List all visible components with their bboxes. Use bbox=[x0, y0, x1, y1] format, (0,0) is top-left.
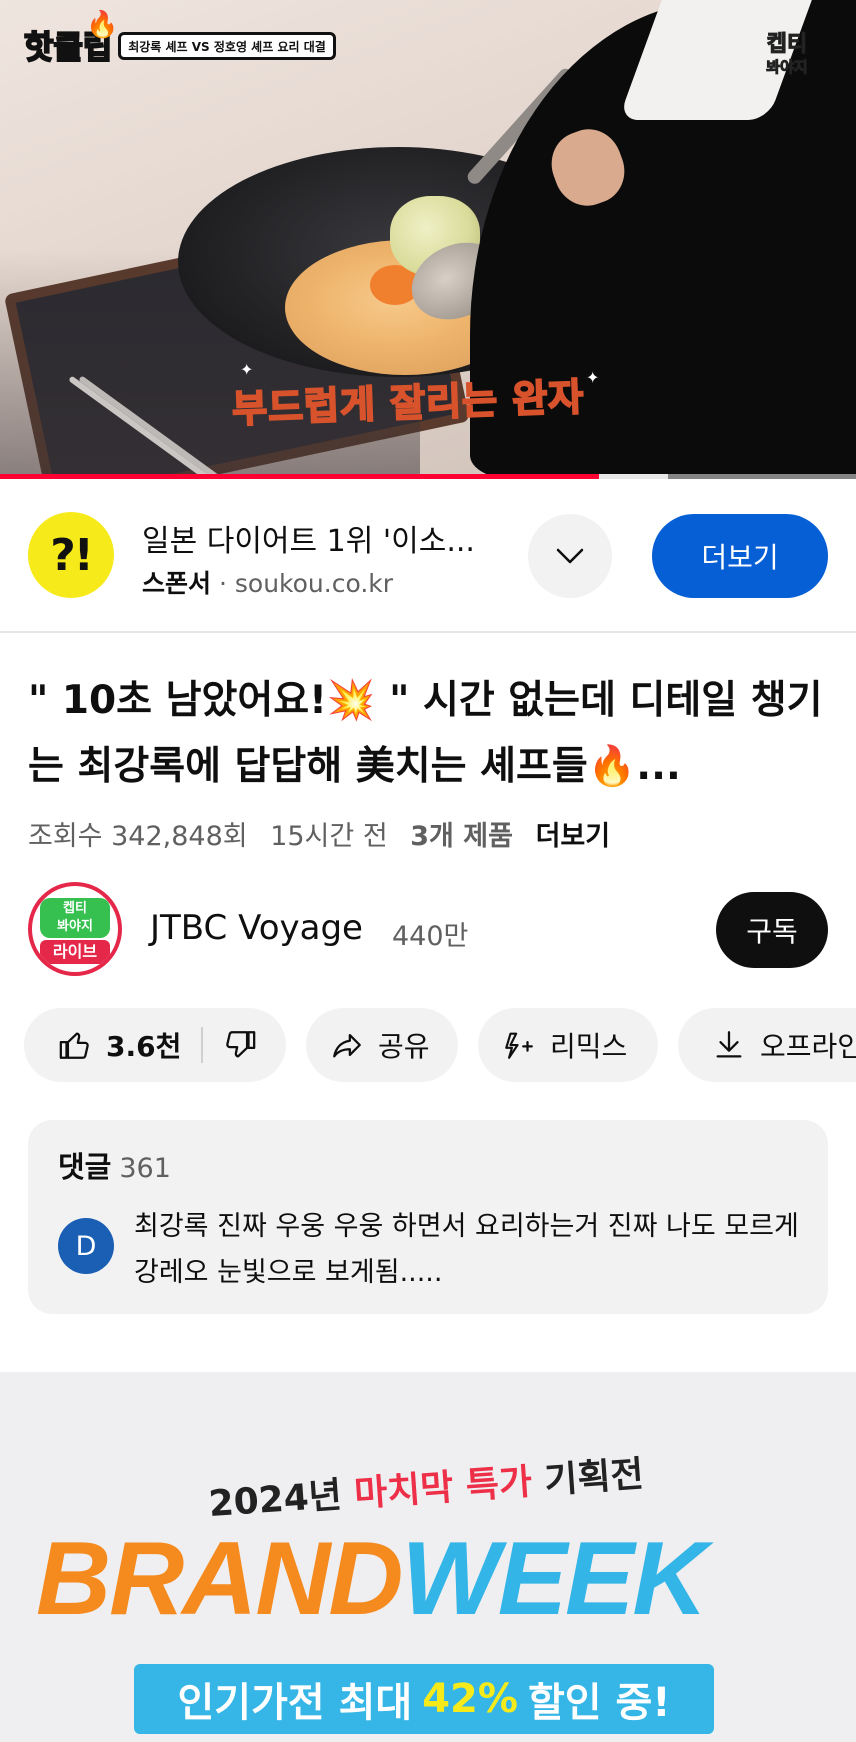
flame-icon: 🔥 bbox=[86, 10, 119, 40]
video-title[interactable]: " 10초 남았어요!💥 " 시간 없는데 디테일 챙기는 최강록에 답답해 美… bbox=[28, 668, 840, 800]
offline-label: 오프라인 bbox=[760, 1030, 856, 1063]
remix-icon bbox=[505, 1032, 533, 1059]
remix-label: 리믹스 bbox=[550, 1030, 628, 1063]
sponsored-ad[interactable]: ?! 일본 다이어트 1위 '이소... 스폰서 · soukou.co.kr … bbox=[0, 488, 856, 628]
banner-ad[interactable]: 2024년 마치막 특가 기획전 BRANDWEEK 인기가전 최대 42% 할인 … bbox=[0, 1372, 856, 1742]
banner-promo: 인기가전 최대 42% 할인 중! bbox=[134, 1664, 714, 1734]
share-label: 공유 bbox=[378, 1030, 430, 1063]
clip-banner: 최강록 셰프 VS 정호영 셰프 요리 대결 bbox=[118, 32, 336, 60]
banner-tagline: 2024년 마치막 특가 기획전 bbox=[207, 1453, 646, 1526]
sparkle-icon: ✦ bbox=[240, 360, 254, 379]
divider bbox=[0, 631, 856, 633]
advertiser-logo: ?! bbox=[28, 512, 114, 598]
commenter-avatar: D bbox=[58, 1218, 114, 1274]
top-comment: 최강록 진짜 우웅 우웅 하면서 요리하는거 진짜 나도 모르게 강레오 눈빛으… bbox=[134, 1211, 799, 1288]
meta-separator: · bbox=[218, 569, 227, 598]
progress-bar[interactable] bbox=[0, 474, 856, 479]
share-icon bbox=[333, 1033, 361, 1058]
video-meta[interactable]: 조회수 342,848회 15시간 전 3개 제품 더보기 bbox=[28, 814, 624, 853]
ad-domain: soukou.co.kr bbox=[234, 569, 394, 598]
offline-download-button[interactable]: 오프라인 bbox=[678, 1008, 856, 1082]
remix-button[interactable]: 리믹스 bbox=[478, 1008, 658, 1082]
sparkle-icon: ✦ bbox=[586, 368, 600, 387]
live-badge: 라이브 bbox=[40, 940, 110, 964]
comments-count: 361 bbox=[119, 1153, 171, 1184]
thumbs-down-icon bbox=[226, 1031, 256, 1058]
comments-label: 댓글 bbox=[58, 1150, 112, 1184]
share-button[interactable]: 공유 bbox=[306, 1008, 458, 1082]
view-count: 조회수 342,848회 bbox=[28, 821, 248, 852]
like-dislike-chip: 3.6천 bbox=[24, 1008, 286, 1082]
like-button[interactable]: 3.6천 bbox=[24, 1025, 181, 1065]
product-count: 3개 제품 bbox=[410, 821, 513, 852]
ad-expand-button[interactable] bbox=[528, 514, 612, 598]
more-link[interactable]: 더보기 bbox=[536, 821, 611, 852]
channel-name[interactable]: JTBC Voyage bbox=[150, 908, 363, 948]
brandweek-logo: BRANDWEEK bbox=[36, 1521, 708, 1637]
ad-meta: 스폰서 · soukou.co.kr bbox=[142, 564, 393, 600]
chip-separator bbox=[201, 1027, 204, 1063]
ad-title[interactable]: 일본 다이어트 1위 '이소... bbox=[142, 516, 475, 560]
sponsor-label: 스폰서 bbox=[142, 569, 212, 598]
hot-clip-logo: 핫클립 🔥 bbox=[20, 10, 125, 67]
upload-age: 15시간 전 bbox=[270, 821, 388, 852]
subscribe-button[interactable]: 구독 bbox=[716, 892, 828, 968]
subscriber-count: 440만 bbox=[392, 921, 469, 952]
channel-avatar-logo: 켑티 봐야지 bbox=[40, 898, 110, 938]
download-icon bbox=[716, 1031, 742, 1058]
chevron-down-icon bbox=[556, 548, 584, 564]
comments-preview[interactable]: 댓글 361 D 최강록 진짜 우웅 우웅 하면서 요리하는거 진짜 나도 모르게… bbox=[28, 1120, 828, 1314]
video-player[interactable]: 핫클립 🔥 최강록 셰프 VS 정호영 셰프 요리 대결 켑티 봐야지 ✦ ✦ … bbox=[0, 0, 856, 479]
ad-cta-button[interactable]: 더보기 bbox=[652, 514, 828, 598]
thumbs-up-icon bbox=[59, 1032, 89, 1059]
dislike-button[interactable] bbox=[223, 1028, 257, 1062]
channel-avatar[interactable]: 켑티 봐야지 라이브 bbox=[28, 882, 122, 976]
comments-header: 댓글 361 bbox=[58, 1144, 171, 1186]
progress-fill bbox=[0, 474, 600, 479]
like-count: 3.6천 bbox=[106, 1030, 182, 1063]
channel-watermark: 켑티 봐야지 bbox=[766, 32, 808, 77]
